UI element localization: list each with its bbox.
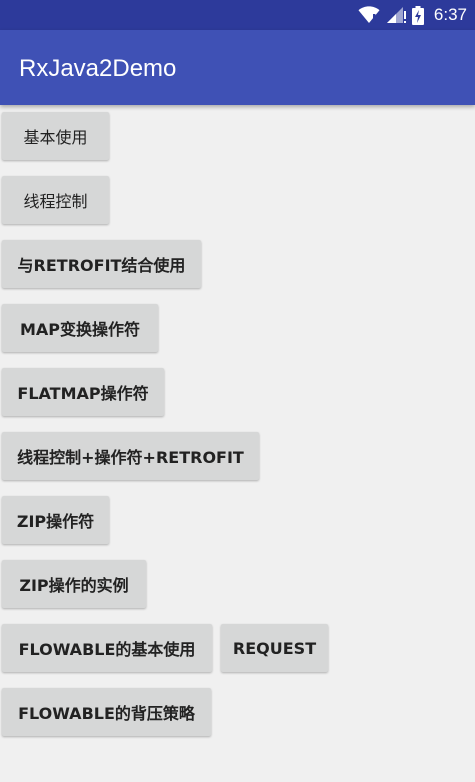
status-bar: 6:37 (0, 0, 475, 30)
thread-control-button[interactable]: 线程控制 (2, 176, 109, 224)
map-operator-button[interactable]: MAP变换操作符 (2, 304, 158, 352)
zip-operator-button[interactable]: ZIP操作符 (2, 496, 109, 544)
thread-operator-retrofit-button[interactable]: 线程控制+操作符+RETROFIT (2, 432, 259, 480)
request-button[interactable]: REQUEST (221, 624, 328, 672)
status-icons: 6:37 (358, 0, 467, 30)
main-content: 基本使用 线程控制 与RETROFIT结合使用 MAP变换操作符 FLATMAP… (0, 105, 475, 782)
app-bar: RxJava2Demo (0, 30, 475, 105)
app-title: RxJava2Demo (19, 55, 177, 82)
signal-icon (386, 6, 406, 24)
flowable-basic-button[interactable]: FLOWABLE的基本使用 (2, 624, 212, 672)
wifi-icon (358, 6, 380, 24)
flowable-backpressure-button[interactable]: FLOWABLE的背压策略 (2, 688, 211, 736)
retrofit-combined-button[interactable]: 与RETROFIT结合使用 (2, 240, 201, 288)
zip-example-button[interactable]: ZIP操作的实例 (2, 560, 146, 608)
status-time: 6:37 (433, 5, 467, 24)
battery-charging-icon (411, 5, 424, 25)
flatmap-operator-button[interactable]: FLATMAP操作符 (2, 368, 164, 416)
basic-usage-button[interactable]: 基本使用 (2, 112, 109, 160)
